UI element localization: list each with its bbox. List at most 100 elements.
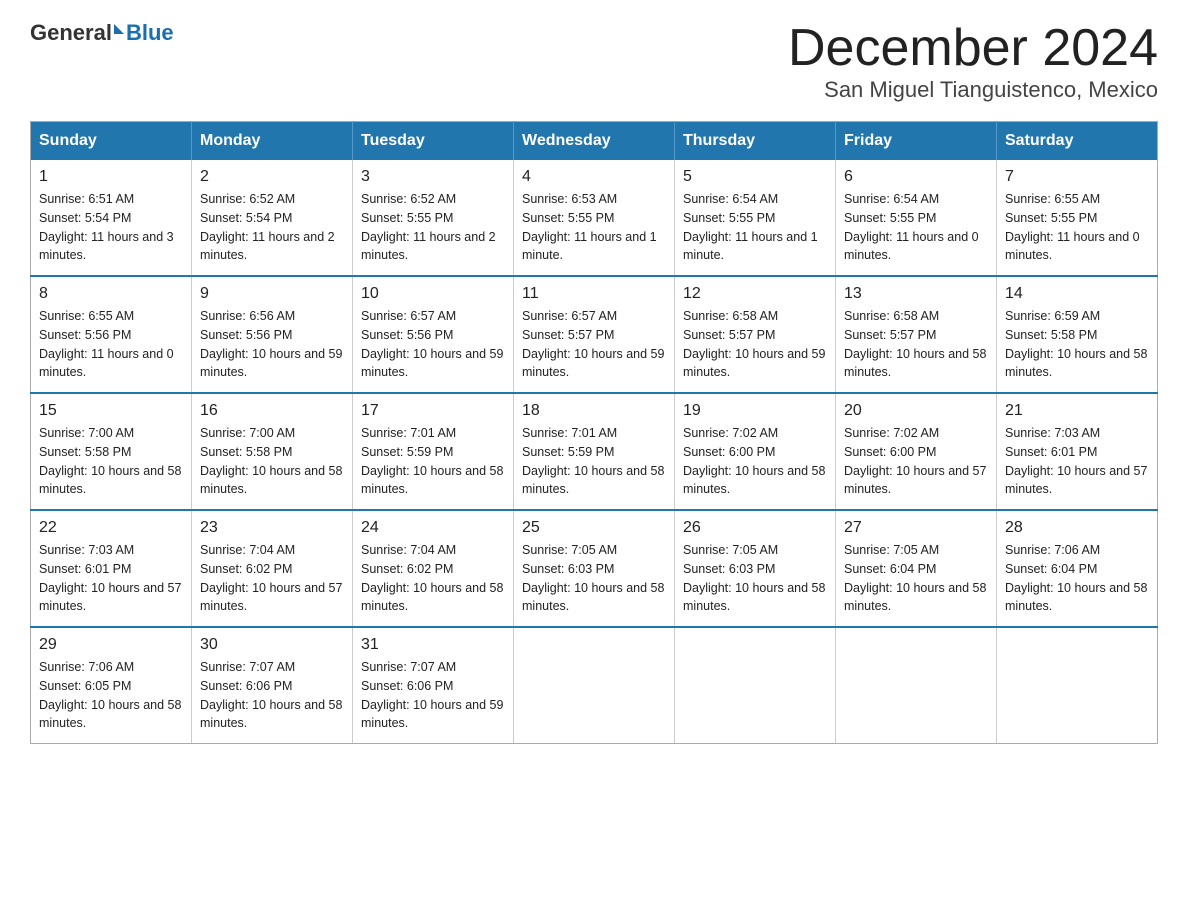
calendar-day-cell: 20 Sunrise: 7:02 AMSunset: 6:00 PMDayligh… (836, 393, 997, 510)
weekday-header-thursday: Thursday (675, 122, 836, 161)
day-number: 30 (200, 636, 344, 654)
day-info: Sunrise: 6:57 AMSunset: 5:57 PMDaylight:… (522, 307, 666, 382)
day-info: Sunrise: 6:54 AMSunset: 5:55 PMDaylight:… (844, 190, 988, 265)
weekday-header-wednesday: Wednesday (514, 122, 675, 161)
calendar-day-cell: 10 Sunrise: 6:57 AMSunset: 5:56 PMDayligh… (353, 276, 514, 393)
logo: General Blue (30, 20, 174, 46)
day-info: Sunrise: 7:02 AMSunset: 6:00 PMDaylight:… (844, 424, 988, 499)
day-number: 16 (200, 402, 344, 420)
location-subtitle: San Miguel Tianguistenco, Mexico (788, 77, 1158, 103)
calendar-day-cell (836, 627, 997, 744)
day-info: Sunrise: 6:51 AMSunset: 5:54 PMDaylight:… (39, 190, 183, 265)
day-number: 20 (844, 402, 988, 420)
day-number: 15 (39, 402, 183, 420)
calendar-day-cell: 14Sunrise: 6:59 AMSunset: 5:58 PMDayligh… (997, 276, 1158, 393)
calendar-day-cell: 19 Sunrise: 7:02 AMSunset: 6:00 PMDayligh… (675, 393, 836, 510)
header: General Blue December 2024 San Miguel Ti… (30, 20, 1158, 103)
weekday-header-sunday: Sunday (31, 122, 192, 161)
calendar-week-row: 22 Sunrise: 7:03 AMSunset: 6:01 PMDayligh… (31, 510, 1158, 627)
calendar-week-row: 8 Sunrise: 6:55 AMSunset: 5:56 PMDaylight… (31, 276, 1158, 393)
day-info: Sunrise: 6:52 AMSunset: 5:54 PMDaylight:… (200, 190, 344, 265)
day-info: Sunrise: 6:58 AMSunset: 5:57 PMDaylight:… (683, 307, 827, 382)
calendar-day-cell: 6 Sunrise: 6:54 AMSunset: 5:55 PMDaylight… (836, 160, 997, 276)
logo-general-text: General (30, 20, 112, 46)
calendar-day-cell (675, 627, 836, 744)
calendar-day-cell: 23 Sunrise: 7:04 AMSunset: 6:02 PMDayligh… (192, 510, 353, 627)
day-number: 3 (361, 168, 505, 186)
day-number: 1 (39, 168, 183, 186)
day-number: 8 (39, 285, 183, 303)
day-number: 24 (361, 519, 505, 537)
day-info: Sunrise: 6:53 AMSunset: 5:55 PMDaylight:… (522, 190, 666, 265)
calendar-day-cell: 21Sunrise: 7:03 AMSunset: 6:01 PMDayligh… (997, 393, 1158, 510)
weekday-header-monday: Monday (192, 122, 353, 161)
weekday-header-friday: Friday (836, 122, 997, 161)
calendar-day-cell: 13Sunrise: 6:58 AMSunset: 5:57 PMDayligh… (836, 276, 997, 393)
calendar-day-cell: 16 Sunrise: 7:00 AMSunset: 5:58 PMDayligh… (192, 393, 353, 510)
calendar-day-cell: 5Sunrise: 6:54 AMSunset: 5:55 PMDaylight… (675, 160, 836, 276)
calendar-day-cell: 4 Sunrise: 6:53 AMSunset: 5:55 PMDaylight… (514, 160, 675, 276)
day-info: Sunrise: 7:04 AMSunset: 6:02 PMDaylight:… (361, 541, 505, 616)
day-number: 27 (844, 519, 988, 537)
calendar-day-cell: 7 Sunrise: 6:55 AMSunset: 5:55 PMDaylight… (997, 160, 1158, 276)
day-number: 26 (683, 519, 827, 537)
day-number: 28 (1005, 519, 1149, 537)
calendar-day-cell: 25Sunrise: 7:05 AMSunset: 6:03 PMDayligh… (514, 510, 675, 627)
calendar-day-cell: 3 Sunrise: 6:52 AMSunset: 5:55 PMDaylight… (353, 160, 514, 276)
day-info: Sunrise: 7:04 AMSunset: 6:02 PMDaylight:… (200, 541, 344, 616)
calendar-week-row: 1 Sunrise: 6:51 AMSunset: 5:54 PMDaylight… (31, 160, 1158, 276)
day-number: 22 (39, 519, 183, 537)
day-info: Sunrise: 7:02 AMSunset: 6:00 PMDaylight:… (683, 424, 827, 499)
weekday-header-row: SundayMondayTuesdayWednesdayThursdayFrid… (31, 122, 1158, 161)
day-info: Sunrise: 7:05 AMSunset: 6:03 PMDaylight:… (683, 541, 827, 616)
calendar-day-cell: 24 Sunrise: 7:04 AMSunset: 6:02 PMDayligh… (353, 510, 514, 627)
day-number: 9 (200, 285, 344, 303)
day-number: 29 (39, 636, 183, 654)
day-info: Sunrise: 7:06 AMSunset: 6:04 PMDaylight:… (1005, 541, 1149, 616)
day-info: Sunrise: 6:55 AMSunset: 5:55 PMDaylight:… (1005, 190, 1149, 265)
day-info: Sunrise: 7:05 AMSunset: 6:03 PMDaylight:… (522, 541, 666, 616)
logo-triangle-icon (114, 24, 124, 34)
calendar-day-cell: 27 Sunrise: 7:05 AMSunset: 6:04 PMDayligh… (836, 510, 997, 627)
day-info: Sunrise: 7:07 AMSunset: 6:06 PMDaylight:… (200, 658, 344, 733)
day-info: Sunrise: 7:03 AMSunset: 6:01 PMDaylight:… (1005, 424, 1149, 499)
day-number: 19 (683, 402, 827, 420)
day-number: 6 (844, 168, 988, 186)
day-info: Sunrise: 7:00 AMSunset: 5:58 PMDaylight:… (39, 424, 183, 499)
day-info: Sunrise: 6:56 AMSunset: 5:56 PMDaylight:… (200, 307, 344, 382)
calendar-table: SundayMondayTuesdayWednesdayThursdayFrid… (30, 121, 1158, 744)
day-number: 23 (200, 519, 344, 537)
day-number: 11 (522, 285, 666, 303)
day-info: Sunrise: 7:03 AMSunset: 6:01 PMDaylight:… (39, 541, 183, 616)
day-number: 10 (361, 285, 505, 303)
day-number: 2 (200, 168, 344, 186)
day-number: 13 (844, 285, 988, 303)
calendar-day-cell: 28 Sunrise: 7:06 AMSunset: 6:04 PMDayligh… (997, 510, 1158, 627)
day-info: Sunrise: 7:00 AMSunset: 5:58 PMDaylight:… (200, 424, 344, 499)
day-info: Sunrise: 7:05 AMSunset: 6:04 PMDaylight:… (844, 541, 988, 616)
calendar-day-cell: 15 Sunrise: 7:00 AMSunset: 5:58 PMDayligh… (31, 393, 192, 510)
day-number: 7 (1005, 168, 1149, 186)
day-info: Sunrise: 6:55 AMSunset: 5:56 PMDaylight:… (39, 307, 183, 382)
calendar-day-cell: 22 Sunrise: 7:03 AMSunset: 6:01 PMDayligh… (31, 510, 192, 627)
calendar-day-cell: 12Sunrise: 6:58 AMSunset: 5:57 PMDayligh… (675, 276, 836, 393)
calendar-day-cell: 29 Sunrise: 7:06 AMSunset: 6:05 PMDayligh… (31, 627, 192, 744)
calendar-day-cell: 26 Sunrise: 7:05 AMSunset: 6:03 PMDayligh… (675, 510, 836, 627)
calendar-week-row: 15 Sunrise: 7:00 AMSunset: 5:58 PMDayligh… (31, 393, 1158, 510)
day-info: Sunrise: 7:06 AMSunset: 6:05 PMDaylight:… (39, 658, 183, 733)
weekday-header-saturday: Saturday (997, 122, 1158, 161)
day-info: Sunrise: 6:57 AMSunset: 5:56 PMDaylight:… (361, 307, 505, 382)
day-number: 17 (361, 402, 505, 420)
weekday-header-tuesday: Tuesday (353, 122, 514, 161)
day-number: 31 (361, 636, 505, 654)
title-area: December 2024 San Miguel Tianguistenco, … (788, 20, 1158, 103)
day-info: Sunrise: 6:59 AMSunset: 5:58 PMDaylight:… (1005, 307, 1149, 382)
day-info: Sunrise: 7:07 AMSunset: 6:06 PMDaylight:… (361, 658, 505, 733)
calendar-day-cell (997, 627, 1158, 744)
month-title: December 2024 (788, 20, 1158, 77)
calendar-day-cell: 30 Sunrise: 7:07 AMSunset: 6:06 PMDayligh… (192, 627, 353, 744)
calendar-day-cell: 31 Sunrise: 7:07 AMSunset: 6:06 PMDayligh… (353, 627, 514, 744)
logo-blue-text: Blue (126, 20, 174, 46)
day-info: Sunrise: 6:52 AMSunset: 5:55 PMDaylight:… (361, 190, 505, 265)
day-number: 4 (522, 168, 666, 186)
